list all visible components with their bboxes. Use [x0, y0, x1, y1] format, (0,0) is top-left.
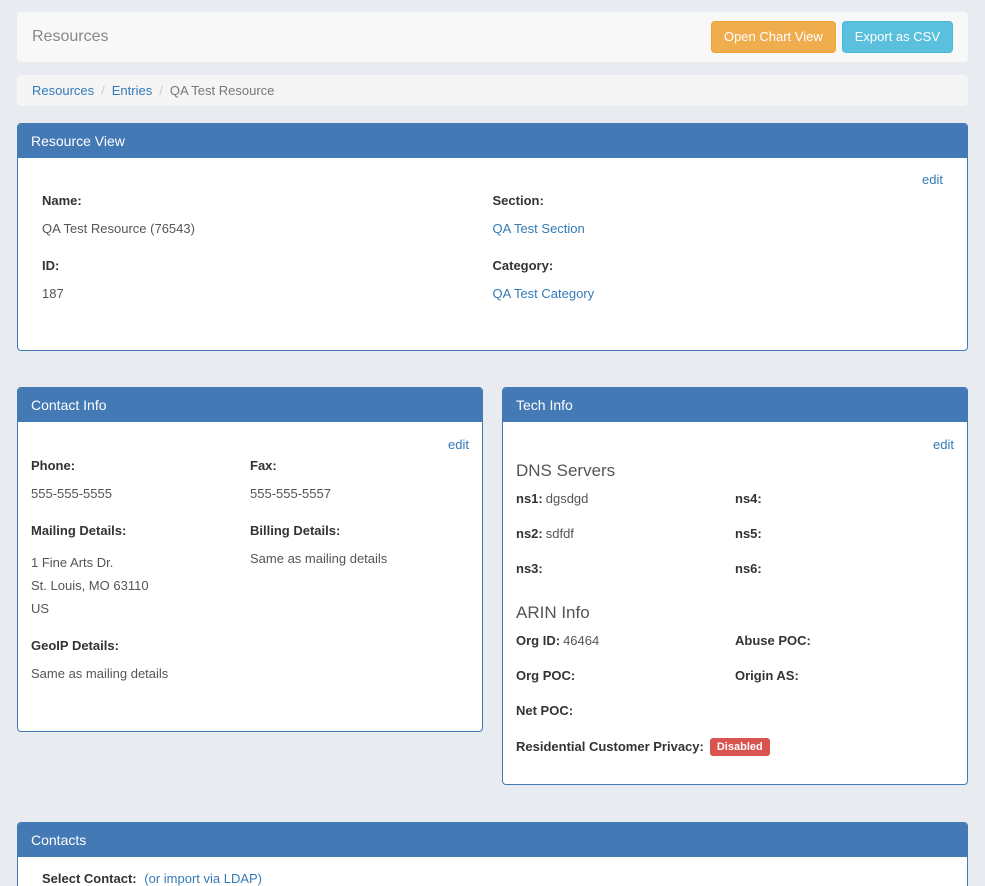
ns5-label: ns5:	[735, 526, 762, 541]
contact-info-panel-body: edit Phone: 555-555-5555 Mailing Details…	[18, 422, 482, 731]
ns3-field: ns3:	[516, 561, 735, 576]
contact-info-edit-link[interactable]: edit	[448, 437, 469, 452]
contact-info-right-column: Fax: 555-555-5557 Billing Details: Same …	[250, 454, 469, 703]
arin-info-heading: ARIN Info	[516, 603, 954, 623]
import-ldap-link[interactable]: (or import via LDAP)	[144, 871, 262, 886]
resource-view-panel: Resource View edit Name: QA Test Resourc…	[17, 123, 968, 351]
export-csv-button[interactable]: Export as CSV	[842, 21, 953, 53]
info-panels-row: Contact Info edit Phone: 555-555-5555 Ma…	[17, 387, 968, 785]
billing-details-value: Same as mailing details	[250, 551, 469, 566]
org-poc-field: Org POC:	[516, 668, 735, 683]
name-label: Name:	[42, 193, 493, 208]
geoip-details-label: GeoIP Details:	[31, 638, 250, 653]
resource-view-panel-title: Resource View	[18, 124, 967, 158]
ns4-field: ns4:	[735, 491, 954, 506]
dns-servers-heading: DNS Servers	[516, 461, 954, 481]
page-container: Resources Open Chart View Export as CSV …	[17, 12, 968, 886]
id-value: 187	[42, 286, 493, 301]
resource-view-left-column: Name: QA Test Resource (76543) ID: 187	[42, 189, 493, 323]
breadcrumb-separator: /	[101, 83, 105, 98]
ns1-label: ns1:	[516, 491, 543, 506]
ns4-label: ns4:	[735, 491, 762, 506]
abuse-poc-field: Abuse POC:	[735, 633, 954, 648]
billing-details-label: Billing Details:	[250, 523, 469, 538]
fax-label: Fax:	[250, 458, 469, 473]
ns1-value: dgsdgd	[546, 491, 589, 506]
ns6-field: ns6:	[735, 561, 954, 576]
tech-info-panel-title: Tech Info	[503, 388, 967, 422]
mailing-address-line: US	[31, 597, 250, 620]
category-link[interactable]: QA Test Category	[493, 286, 595, 301]
contact-info-left-column: Phone: 555-555-5555 Mailing Details: 1 F…	[31, 454, 250, 703]
privacy-disabled-badge: Disabled	[710, 738, 770, 756]
breadcrumb-current: QA Test Resource	[170, 83, 275, 98]
contacts-panel-body: Select Contact: (or import via LDAP) Sea…	[18, 857, 967, 886]
residential-privacy-label: Residential Customer Privacy:	[516, 739, 704, 754]
ns2-label: ns2:	[516, 526, 543, 541]
id-label: ID:	[42, 258, 493, 273]
contacts-panel: Contacts Select Contact: (or import via …	[17, 822, 968, 886]
ns6-label: ns6:	[735, 561, 762, 576]
tech-info-panel: Tech Info edit DNS Servers ns1:dgsdgd ns…	[502, 387, 968, 785]
resource-view-right-column: Section: QA Test Section Category: QA Te…	[493, 189, 944, 323]
phone-value: 555-555-5555	[31, 486, 250, 501]
abuse-poc-label: Abuse POC:	[735, 633, 811, 648]
grid-spacer	[735, 703, 954, 718]
mailing-address-line: 1 Fine Arts Dr.	[31, 551, 250, 574]
breadcrumb: Resources / Entries / QA Test Resource	[17, 75, 968, 106]
org-id-value: 46464	[563, 633, 599, 648]
ns2-value: sdfdf	[546, 526, 574, 541]
resource-view-edit-link[interactable]: edit	[922, 172, 943, 187]
breadcrumb-resources-link[interactable]: Resources	[32, 83, 94, 98]
ns5-field: ns5:	[735, 526, 954, 541]
mailing-details-label: Mailing Details:	[31, 523, 250, 538]
resource-view-panel-body: edit Name: QA Test Resource (76543) ID: …	[18, 158, 967, 350]
contact-info-panel: Contact Info edit Phone: 555-555-5555 Ma…	[17, 387, 483, 732]
geoip-details-value: Same as mailing details	[31, 666, 250, 681]
origin-as-label: Origin AS:	[735, 668, 799, 683]
ns3-label: ns3:	[516, 561, 543, 576]
breadcrumb-entries-link[interactable]: Entries	[112, 83, 152, 98]
contacts-panel-title: Contacts	[18, 823, 967, 857]
residential-privacy-field: Residential Customer Privacy: Disabled	[516, 738, 954, 756]
open-chart-view-button[interactable]: Open Chart View	[711, 21, 836, 53]
name-value: QA Test Resource (76543)	[42, 221, 493, 236]
section-link[interactable]: QA Test Section	[493, 221, 585, 236]
ns2-field: ns2:sdfdf	[516, 526, 735, 541]
category-label: Category:	[493, 258, 944, 273]
header-actions: Open Chart View Export as CSV	[711, 21, 953, 53]
org-id-label: Org ID:	[516, 633, 560, 648]
net-poc-field: Net POC:	[516, 703, 735, 718]
fax-value: 555-555-5557	[250, 486, 469, 501]
tech-info-panel-body: edit DNS Servers ns1:dgsdgd ns4: ns2:sdf…	[503, 422, 967, 784]
phone-label: Phone:	[31, 458, 250, 473]
origin-as-field: Origin AS:	[735, 668, 954, 683]
mailing-address-line: St. Louis, MO 63110	[31, 574, 250, 597]
mailing-details-value: 1 Fine Arts Dr. St. Louis, MO 63110 US	[31, 551, 250, 620]
select-contact-label: Select Contact:	[42, 871, 137, 886]
ns1-field: ns1:dgsdgd	[516, 491, 735, 506]
org-id-field: Org ID:46464	[516, 633, 735, 648]
breadcrumb-separator: /	[159, 83, 163, 98]
org-poc-label: Org POC:	[516, 668, 575, 683]
section-label: Section:	[493, 193, 944, 208]
page-title: Resources	[32, 28, 108, 46]
page-header: Resources Open Chart View Export as CSV	[17, 12, 968, 62]
net-poc-label: Net POC:	[516, 703, 573, 718]
tech-info-edit-link[interactable]: edit	[933, 437, 954, 452]
contact-info-panel-title: Contact Info	[18, 388, 482, 422]
